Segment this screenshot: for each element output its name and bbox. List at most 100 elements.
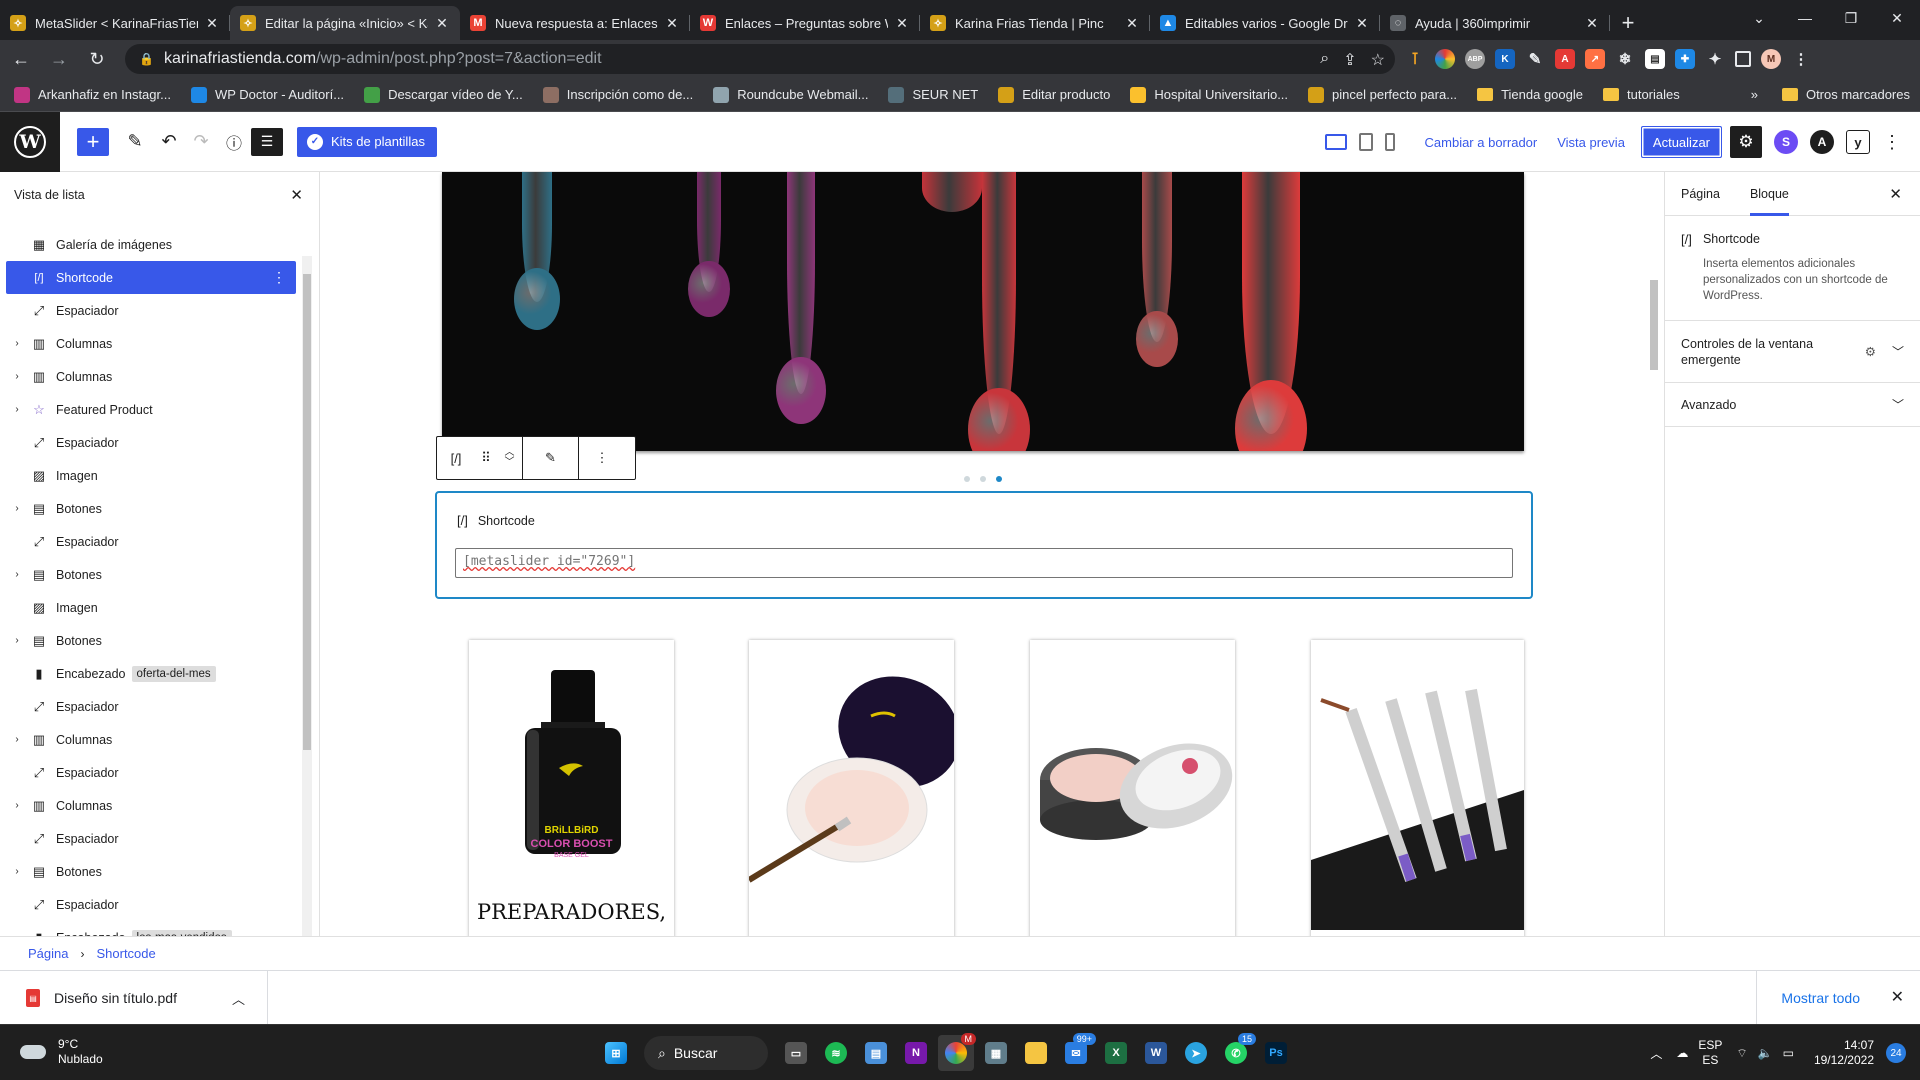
extension-icon[interactable]: K bbox=[1495, 49, 1515, 69]
product-card[interactable] bbox=[1311, 640, 1524, 936]
plugin-a-icon[interactable]: A bbox=[1810, 130, 1834, 154]
shortcode-icon[interactable]: [/] bbox=[437, 437, 475, 479]
settings-gear-icon[interactable]: ⚙ bbox=[1730, 126, 1762, 158]
bookmark-item[interactable]: Editar producto bbox=[998, 86, 1110, 103]
edit-tools-icon[interactable]: ✎ bbox=[117, 126, 153, 158]
chrome-icon[interactable]: M bbox=[938, 1033, 976, 1071]
list-view-item[interactable]: ▦ Galería de imágenes bbox=[6, 228, 296, 261]
list-view-item[interactable]: › ▥ Columnas bbox=[6, 789, 296, 822]
close-tab-icon[interactable]: ✕ bbox=[664, 15, 680, 32]
slider-dot[interactable] bbox=[964, 476, 970, 482]
options-menu-icon[interactable]: ⋮ bbox=[1876, 126, 1908, 158]
slider-image[interactable] bbox=[442, 172, 1524, 451]
list-view-item[interactable]: [/] Shortcode ⋮ bbox=[6, 261, 296, 294]
battery-icon[interactable]: ▭ bbox=[1783, 1046, 1794, 1060]
tab-search-icon[interactable]: ⌄ bbox=[1736, 0, 1782, 36]
list-view-scrollbar[interactable] bbox=[302, 256, 312, 976]
address-bar[interactable]: 🔒 karinafriastienda.com/wp-admin/post.ph… bbox=[125, 44, 1395, 74]
wordpress-logo-icon[interactable]: W bbox=[0, 111, 60, 172]
browser-tab[interactable]: M Nueva respuesta a: Enlaces ✕ bbox=[460, 6, 690, 40]
slider-dot[interactable] bbox=[980, 476, 986, 482]
bookmark-item[interactable]: Inscripción como de... bbox=[542, 86, 693, 103]
advanced-panel[interactable]: Avanzado ﹀ bbox=[1665, 383, 1920, 427]
chevron-right-icon[interactable]: › bbox=[10, 503, 24, 514]
notepad-icon[interactable]: ▤ bbox=[858, 1035, 894, 1071]
list-view-item[interactable]: › ▤ Botones bbox=[6, 558, 296, 591]
extension-icon[interactable]: ❄ bbox=[1615, 49, 1635, 69]
bookmark-item[interactable]: WP Doctor - Auditorí... bbox=[190, 86, 344, 103]
tablet-preview-icon[interactable] bbox=[1358, 133, 1373, 151]
close-icon[interactable]: ✕ bbox=[1889, 185, 1902, 203]
shortcode-block[interactable]: [/] Shortcode [metaslider id="7269"] bbox=[435, 491, 1533, 599]
onenote-icon[interactable]: N bbox=[898, 1035, 934, 1071]
list-view-item[interactable]: ⤢ Espaciador bbox=[6, 525, 296, 558]
list-view-item[interactable]: › ▤ Botones bbox=[6, 624, 296, 657]
list-view-item[interactable]: ▨ Imagen bbox=[6, 459, 296, 492]
browser-tab[interactable]: ✧ MetaSlider < KarinaFriasTienda ✕ bbox=[0, 6, 230, 40]
breadcrumb-current[interactable]: Shortcode bbox=[96, 946, 155, 961]
bookmarks-overflow-button[interactable]: » bbox=[1751, 87, 1758, 102]
bookmark-item[interactable]: Arkanhafiz en Instagr... bbox=[14, 86, 171, 103]
list-view-item[interactable]: › ▥ Columnas bbox=[6, 327, 296, 360]
app-icon[interactable]: ✉ 99+ bbox=[1058, 1033, 1096, 1071]
list-view-item[interactable]: › ▤ Botones bbox=[6, 492, 296, 525]
plugin-s-icon[interactable]: S bbox=[1774, 130, 1798, 154]
extension-icon[interactable]: ✚ bbox=[1675, 49, 1695, 69]
photoshop-icon[interactable]: Ps bbox=[1258, 1035, 1294, 1071]
preview-link[interactable]: Vista previa bbox=[1557, 135, 1625, 150]
close-tab-icon[interactable]: ✕ bbox=[1124, 15, 1140, 32]
chevron-right-icon[interactable]: › bbox=[10, 635, 24, 646]
close-tab-icon[interactable]: ✕ bbox=[894, 15, 910, 32]
list-view-item[interactable]: ⤢ Espaciador bbox=[6, 426, 296, 459]
list-view-item[interactable]: ⤢ Espaciador bbox=[6, 756, 296, 789]
undo-icon[interactable]: ↶ bbox=[153, 126, 185, 158]
notifications-badge[interactable]: 24 bbox=[1886, 1043, 1906, 1063]
item-options-icon[interactable]: ⋮ bbox=[272, 269, 286, 286]
switch-to-draft-link[interactable]: Cambiar a borrador bbox=[1425, 135, 1538, 150]
chevron-right-icon[interactable]: › bbox=[10, 866, 24, 877]
show-all-button[interactable]: Mostrar todo bbox=[1756, 971, 1860, 1025]
close-tab-icon[interactable]: ✕ bbox=[1584, 15, 1600, 32]
reload-button[interactable]: ↻ bbox=[80, 42, 114, 76]
clock[interactable]: 14:07 19/12/2022 bbox=[1814, 1038, 1874, 1068]
template-kits-button[interactable]: ✓ Kits de plantillas bbox=[297, 126, 437, 157]
extension-icon[interactable]: ⊺ bbox=[1405, 49, 1425, 69]
restore-button[interactable]: ❐ bbox=[1828, 0, 1874, 36]
close-tab-icon[interactable]: ✕ bbox=[1354, 15, 1370, 32]
extensions-puzzle-icon[interactable]: ✦ bbox=[1705, 49, 1725, 69]
close-icon[interactable]: ✕ bbox=[290, 186, 303, 204]
chevron-right-icon[interactable]: › bbox=[10, 404, 24, 415]
list-view-item[interactable]: › ▥ Columnas bbox=[6, 723, 296, 756]
mobile-preview-icon[interactable] bbox=[1384, 133, 1395, 151]
list-view-item[interactable]: ⤢ Espaciador bbox=[6, 294, 296, 327]
update-button[interactable]: Actualizar bbox=[1640, 126, 1722, 158]
extension-color-icon[interactable] bbox=[1435, 49, 1455, 69]
close-icon[interactable]: ✕ bbox=[1891, 987, 1904, 1007]
excel-icon[interactable]: X bbox=[1098, 1035, 1134, 1071]
chevron-right-icon[interactable]: › bbox=[10, 569, 24, 580]
other-bookmarks-folder[interactable]: Otros marcadores bbox=[1781, 87, 1910, 102]
bookmark-folder[interactable]: tutoriales bbox=[1602, 87, 1680, 102]
browser-tab[interactable]: ✧ Editar la página «Inicio» < Karina ✕ bbox=[230, 6, 460, 40]
bookmark-item[interactable]: Roundcube Webmail... bbox=[713, 86, 868, 103]
extension-icon[interactable]: ✎ bbox=[1525, 49, 1545, 69]
adblock-icon[interactable]: ABP bbox=[1465, 49, 1485, 69]
list-view-item[interactable]: ⤢ Espaciador bbox=[6, 822, 296, 855]
bookmark-star-icon[interactable]: ☆ bbox=[1371, 50, 1385, 70]
side-panel-icon[interactable] bbox=[1735, 51, 1751, 67]
chevron-up-icon[interactable]: ︿ bbox=[232, 989, 245, 1008]
list-view-toggle[interactable]: ☰ bbox=[251, 127, 283, 156]
breadcrumb-root[interactable]: Página bbox=[28, 946, 68, 961]
list-view-item[interactable]: › ▥ Columnas bbox=[6, 360, 296, 393]
list-view-item[interactable]: › ☆ Featured Product bbox=[6, 393, 296, 426]
info-icon[interactable]: ⓘ bbox=[217, 126, 251, 158]
yoast-icon[interactable]: y bbox=[1846, 130, 1870, 154]
browser-tab[interactable]: ◌ Ayuda | 360imprimir ✕ bbox=[1380, 6, 1610, 40]
tab-block[interactable]: Bloque bbox=[1750, 172, 1789, 216]
pin-icon[interactable]: ✎ bbox=[523, 437, 579, 479]
chevron-right-icon[interactable]: › bbox=[10, 734, 24, 745]
spotify-icon[interactable]: ≋ bbox=[818, 1035, 854, 1071]
block-options-icon[interactable]: ⋮ bbox=[579, 437, 625, 479]
chevron-up-icon[interactable]: ︿ bbox=[1650, 1045, 1662, 1062]
move-up-down-icon[interactable]: ︿ ﹀ bbox=[497, 437, 523, 479]
